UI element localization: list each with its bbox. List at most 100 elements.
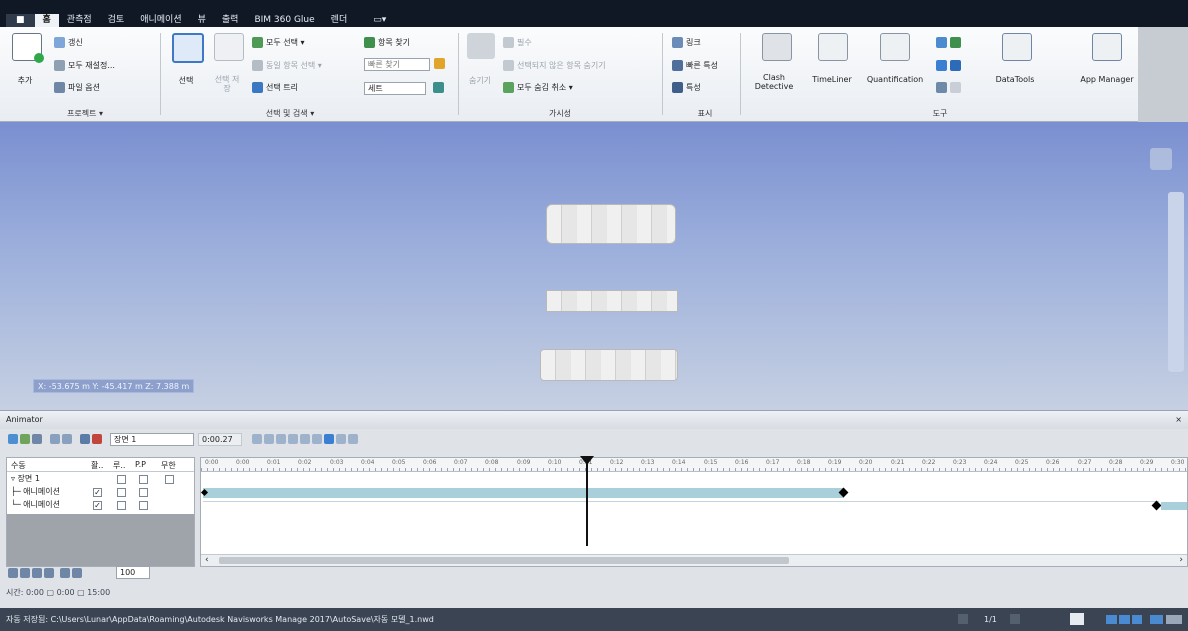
tab-output[interactable]: 출력 (214, 14, 247, 27)
hide-button[interactable]: 숨기기 (462, 75, 498, 86)
timeline-area[interactable]: 0:00 0:00 0:01 0:02 0:03 0:04 0:05 0:06 0:07 0:08… (200, 456, 1188, 567)
stop-icon[interactable] (288, 434, 298, 444)
viewcube-icon[interactable] (1150, 148, 1172, 170)
zoom-out-icon[interactable] (72, 568, 82, 578)
move-down-icon[interactable] (44, 568, 54, 578)
model-slab-top (546, 204, 676, 244)
group-label-project[interactable]: 프로젝트 ▾ (40, 108, 130, 119)
play-icon[interactable] (312, 434, 322, 444)
add-button[interactable]: 추가 (10, 75, 40, 86)
move-up-icon[interactable] (32, 568, 42, 578)
tab-view[interactable]: 뷰 (190, 14, 214, 27)
tab-animation[interactable]: 애니메이션 (132, 14, 189, 27)
select-all-button[interactable]: 모두 선택 ▾ (252, 37, 305, 48)
sets-dropdown[interactable]: 세트 (364, 82, 426, 95)
loop-checkbox-scene[interactable] (139, 475, 148, 484)
group-label-display: 표시 (697, 109, 713, 118)
title-tab-bar: ■ 홈 관측점 검토 애니메이션 뷰 출력 BIM 360 Glue 렌더 ▭▾ (0, 0, 1188, 27)
tab-extra-dropdown[interactable]: ▭▾ (365, 14, 394, 27)
quick-find-input[interactable]: 빠른 찾기 (364, 58, 430, 71)
page-prev-icon[interactable] (958, 614, 968, 624)
tab-review[interactable]: 검토 (100, 14, 133, 27)
tools-small-button-2[interactable] (936, 60, 961, 71)
select-same-button[interactable]: 동일 항목 선택 ▾ (252, 60, 322, 71)
selection-tree-button[interactable]: 선택 트리 (252, 82, 298, 93)
rotate-tool-icon[interactable] (62, 434, 72, 444)
playhead-handle-icon[interactable] (580, 456, 594, 465)
animator-close-button[interactable]: × (1175, 411, 1182, 429)
unhide-all-button[interactable]: 모두 숨김 취소 ▾ (503, 82, 573, 93)
tree-row-animation-1[interactable]: ├─ 애니메이션 (11, 486, 60, 497)
file-options-button[interactable]: 파일 옵션 (54, 82, 100, 93)
move-tool-icon[interactable] (50, 434, 60, 444)
step-back-icon[interactable] (264, 434, 274, 444)
hide-unselected-button[interactable]: 선택되지 않은 항목 숨기기 (503, 60, 606, 71)
pp-checkbox-animation-1[interactable] (139, 488, 148, 497)
pause-icon[interactable] (300, 434, 310, 444)
time-position-field[interactable]: 0:00.27 (198, 433, 242, 446)
require-button[interactable]: 필수 (503, 37, 532, 48)
rewind-icon[interactable] (252, 434, 262, 444)
scene-selector[interactable]: 장면 1 (110, 433, 194, 446)
add-item-icon[interactable] (8, 568, 18, 578)
application-menu-button[interactable]: ■ (6, 14, 35, 27)
capture-keyframe-icon[interactable] (32, 434, 42, 444)
step-forward-icon[interactable] (324, 434, 334, 444)
zoom-in-icon[interactable] (60, 568, 70, 578)
infinite-checkbox-scene[interactable] (165, 475, 174, 484)
add-scene-icon[interactable] (8, 434, 18, 444)
properties-button[interactable]: 특성 (672, 82, 701, 93)
add-animation-icon[interactable] (20, 434, 30, 444)
find-items-button[interactable]: 항목 찾기 (364, 37, 410, 48)
pp-checkbox-animation-2[interactable] (139, 501, 148, 510)
timeline-playhead[interactable] (586, 458, 588, 546)
active-checkbox-scene[interactable] (117, 475, 126, 484)
color-tool-icon[interactable] (92, 434, 102, 444)
play-reverse-icon[interactable] (276, 434, 286, 444)
active-checkbox-animation-2[interactable]: ✓ (93, 501, 102, 510)
timeline-horizontal-scrollbar[interactable]: ‹ › (201, 554, 1187, 566)
save-selection-button[interactable]: 선택 저장 (212, 75, 242, 93)
refresh-button[interactable]: 갱신 (54, 37, 83, 48)
tree-row-animation-2[interactable]: └─ 애니메이션 (11, 499, 60, 510)
zoom-field[interactable]: 100 (116, 566, 150, 579)
tree-row-scene[interactable]: ▿ 장면 1 (11, 473, 40, 484)
record-icon[interactable] (348, 434, 358, 444)
scroll-left-icon[interactable]: ‹ (205, 555, 209, 565)
app-manager-button[interactable]: App Manager (1080, 75, 1134, 84)
animation-2-track-bar[interactable] (203, 501, 1159, 510)
scene-viewport[interactable]: X: -53.675 m Y: -45.417 m Z: 7.388 m (0, 122, 1188, 410)
tools-small-button-1[interactable] (936, 37, 961, 48)
reset-all-button[interactable]: 모두 재설정... (54, 60, 115, 71)
delete-item-icon[interactable] (20, 568, 30, 578)
animation-1-track-bar[interactable] (203, 488, 844, 498)
fast-forward-icon[interactable] (336, 434, 346, 444)
tab-viewpoint[interactable]: 관측점 (59, 14, 100, 27)
group-label-select-search[interactable]: 선택 및 검색 ▾ (240, 108, 340, 119)
select-button[interactable]: 선택 (168, 75, 204, 86)
tools-small-button-3[interactable] (936, 82, 961, 93)
quantification-button[interactable]: Quantification (860, 75, 930, 84)
navigation-bar[interactable] (1168, 192, 1184, 372)
scroll-right-icon[interactable]: › (1179, 555, 1183, 565)
sheet-browser-icon[interactable] (1070, 613, 1084, 625)
links-button[interactable]: 링크 (672, 37, 701, 48)
clash-detective-button[interactable]: Clash Detective (746, 73, 802, 91)
loop-checkbox-animation-2[interactable] (117, 501, 126, 510)
quantification-icon (880, 33, 910, 61)
quick-properties-button[interactable]: 빠른 특성 (672, 60, 718, 71)
tab-render[interactable]: 렌더 (323, 14, 356, 27)
page-next-icon[interactable] (1010, 614, 1020, 624)
ribbon: 추가 갱신 모두 재설정... 파일 옵션 프로젝트 ▾ 선택 선택 저장 모두… (0, 27, 1188, 122)
manage-sets-button[interactable] (433, 82, 444, 93)
append-icon (12, 33, 44, 63)
loop-checkbox-animation-1[interactable] (117, 488, 126, 497)
tab-home[interactable]: 홈 (34, 14, 59, 27)
scrollbar-thumb[interactable] (219, 557, 789, 564)
quick-find-go-button[interactable] (434, 58, 445, 69)
tab-bim360-glue[interactable]: BIM 360 Glue (246, 14, 322, 27)
scale-tool-icon[interactable] (80, 434, 90, 444)
timeliner-button[interactable]: TimeLiner (806, 75, 858, 84)
datatools-button[interactable]: DataTools (990, 75, 1040, 84)
active-checkbox-animation-1[interactable]: ✓ (93, 488, 102, 497)
